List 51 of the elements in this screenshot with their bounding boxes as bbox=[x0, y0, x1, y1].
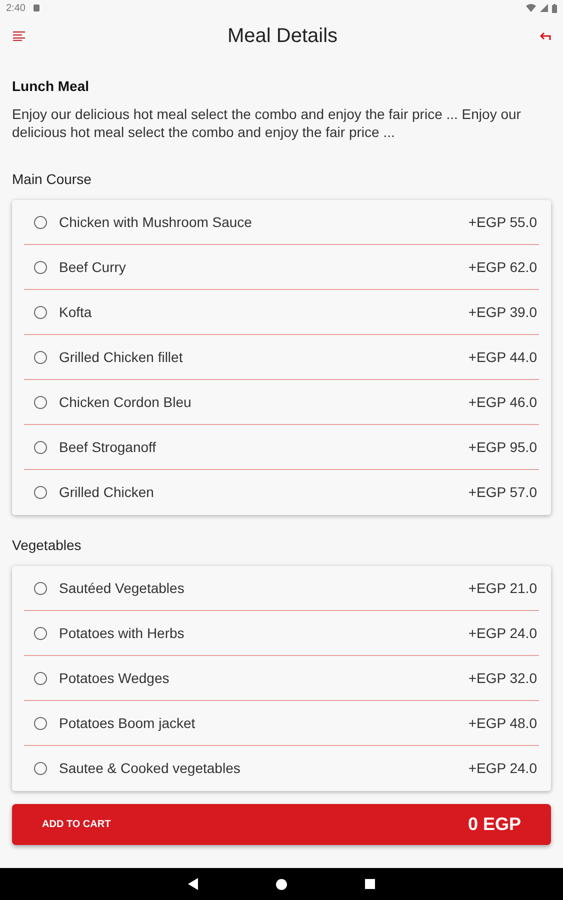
meal-description: Enjoy our delicious hot meal select the combo and enjoy the fair price ... Enjoy our delicious hot meal select the combo and enjoy the fair price ... bbox=[12, 105, 522, 141]
option-name: Potatoes Boom jacket bbox=[59, 714, 196, 733]
page-title: Meal Details bbox=[227, 24, 338, 49]
radio-button[interactable] bbox=[34, 672, 47, 684]
radio-button[interactable] bbox=[34, 216, 47, 228]
option-price: +EGP 48.0 bbox=[468, 714, 537, 732]
option-price: +EGP 24.0 bbox=[468, 624, 537, 642]
section-title: Main Course bbox=[12, 170, 92, 189]
option-name: Grilled Chicken fillet bbox=[59, 348, 183, 366]
option-price: +EGP 57.0 bbox=[468, 483, 537, 502]
add-to-cart-button[interactable]: ADD TO CART 0 EGP bbox=[12, 804, 551, 845]
option-price: +EGP 46.0 bbox=[468, 392, 537, 412]
radio-button[interactable] bbox=[34, 582, 47, 594]
status-time: 2:40 bbox=[6, 2, 26, 16]
radio-button[interactable] bbox=[34, 486, 47, 499]
notification-icon bbox=[33, 4, 40, 12]
option-price: +EGP 39.0 bbox=[468, 302, 537, 322]
option-name: Beef Stroganoff bbox=[59, 438, 156, 457]
option-name: Potatoes Wedges bbox=[59, 668, 170, 688]
wifi-icon bbox=[526, 4, 536, 12]
option-name: Sautee & Cooked vegetables bbox=[59, 759, 240, 778]
signal-icon bbox=[540, 4, 548, 12]
back-arrow-icon[interactable] bbox=[538, 31, 551, 41]
radio-button[interactable] bbox=[34, 306, 47, 318]
radio-button[interactable] bbox=[34, 260, 47, 274]
option-name: Sautéed Vegetables bbox=[59, 578, 184, 598]
option-price: +EGP 21.0 bbox=[468, 578, 537, 598]
radio-button[interactable] bbox=[34, 762, 47, 775]
radio-button[interactable] bbox=[34, 716, 47, 730]
home-nav-icon[interactable] bbox=[276, 878, 287, 890]
option-name: Chicken with Mushroom Sauce bbox=[59, 212, 252, 232]
option-price: +EGP 95.0 bbox=[468, 438, 537, 456]
option-name: Chicken Cordon Bleu bbox=[59, 392, 192, 412]
radio-button[interactable] bbox=[34, 440, 47, 454]
option-price: +EGP 44.0 bbox=[468, 348, 537, 366]
option-name: Kofta bbox=[59, 302, 92, 322]
option-name: Potatoes with Herbs bbox=[59, 624, 184, 642]
radio-button[interactable] bbox=[34, 396, 47, 408]
option-price: +EGP 62.0 bbox=[468, 258, 537, 276]
back-nav-icon[interactable] bbox=[188, 878, 198, 890]
menu-icon[interactable] bbox=[12, 31, 26, 41]
option-price: +EGP 24.0 bbox=[468, 759, 537, 778]
option-price: +EGP 55.0 bbox=[468, 212, 537, 232]
radio-button[interactable] bbox=[34, 350, 47, 364]
radio-button[interactable] bbox=[34, 626, 47, 640]
section-title: Vegetables bbox=[12, 536, 82, 555]
meal-name: Lunch Meal bbox=[12, 77, 90, 96]
option-name: Beef Curry bbox=[59, 258, 126, 277]
option-price: +EGP 32.0 bbox=[468, 668, 537, 688]
battery-icon bbox=[552, 4, 557, 12]
option-name: Grilled Chicken bbox=[59, 483, 154, 502]
